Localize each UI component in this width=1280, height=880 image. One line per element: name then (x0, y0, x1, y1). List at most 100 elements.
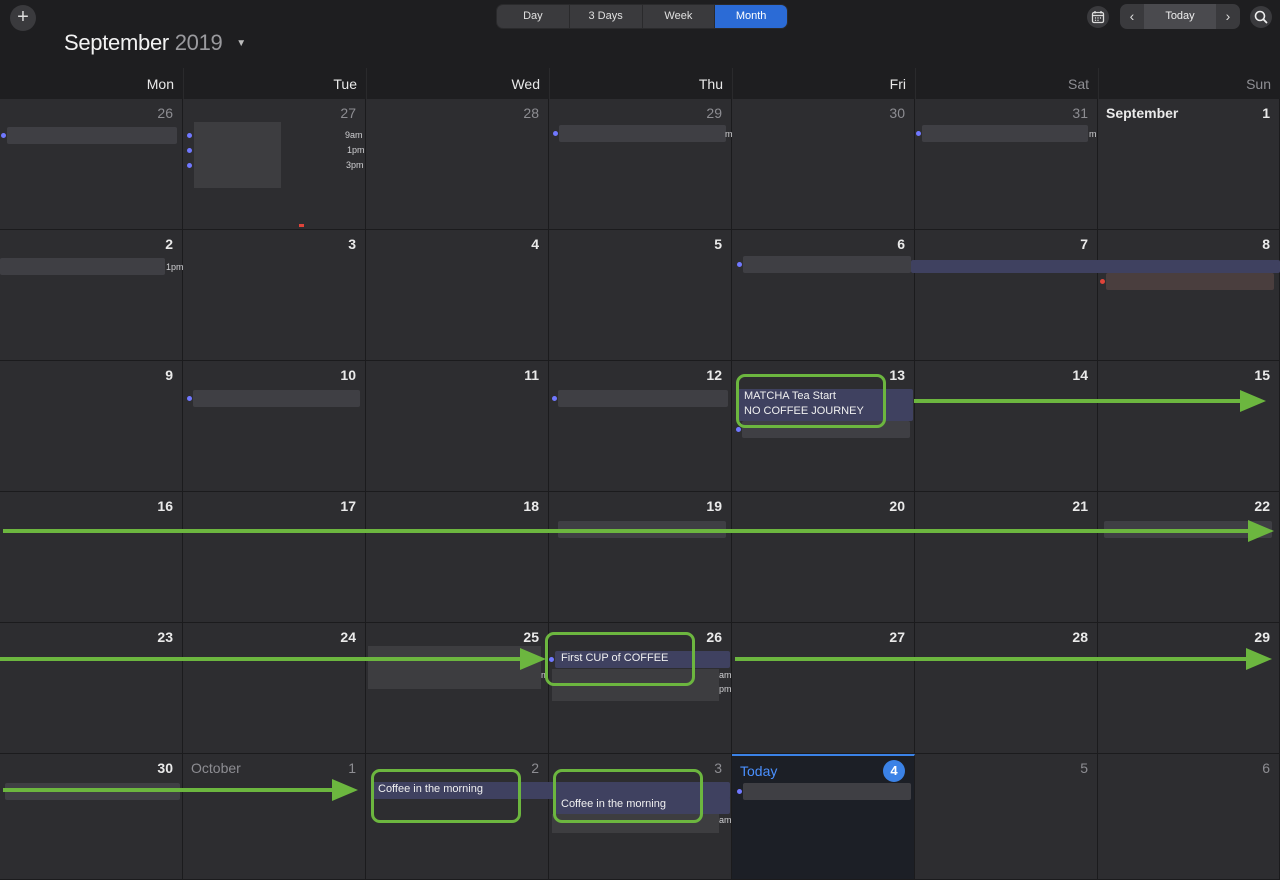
day-cell[interactable]: 14 (915, 361, 1098, 492)
event-redacted[interactable] (368, 646, 541, 689)
tab-day[interactable]: Day (497, 5, 570, 28)
day-number: 12 (706, 367, 722, 383)
overflow-indicator (299, 224, 304, 227)
event-redacted[interactable] (1104, 521, 1272, 538)
day-cell-today[interactable]: Today 4 (732, 754, 915, 880)
month-grid: 26 27 28 29 30 31 September 1 2 3 4 5 6 … (0, 99, 1280, 880)
event-dot (187, 148, 192, 153)
day-number: 10 (340, 367, 356, 383)
day-number: 17 (340, 498, 356, 514)
tab-month[interactable]: Month (715, 5, 787, 28)
day-number: 28 (1072, 629, 1088, 645)
tab-3-days[interactable]: 3 Days (570, 5, 643, 28)
day-cell[interactable]: 12 (549, 361, 732, 492)
annotation-box (736, 374, 886, 428)
month-label: September (1106, 105, 1179, 121)
day-cell[interactable]: 24 (183, 623, 366, 754)
weekday-thu: Thu (549, 68, 732, 99)
event-multiday-bar[interactable] (911, 260, 1280, 273)
day-cell[interactable]: 2 (0, 230, 183, 361)
day-number: 24 (340, 629, 356, 645)
day-cell[interactable]: 4 (366, 230, 549, 361)
day-cell[interactable]: 8 (1098, 230, 1280, 361)
chevron-left-icon[interactable]: ‹ (1120, 4, 1144, 29)
day-cell[interactable]: 15 (1098, 361, 1280, 492)
day-number: 3 (348, 236, 356, 252)
event-dot (187, 133, 192, 138)
day-cell[interactable]: 22 (1098, 492, 1280, 623)
event-time: pm (719, 684, 732, 694)
day-number: 5 (1080, 760, 1088, 776)
add-event-button[interactable]: + (10, 5, 36, 31)
day-cell[interactable]: 7 (915, 230, 1098, 361)
year-title: 2019 (174, 30, 223, 55)
day-cell[interactable]: 28 (366, 99, 549, 230)
event-redacted[interactable] (187, 390, 360, 407)
event-redacted[interactable] (552, 390, 728, 407)
day-cell[interactable]: 21 (915, 492, 1098, 623)
day-number: 21 (1072, 498, 1088, 514)
day-number: 2 (165, 236, 173, 252)
day-cell[interactable]: 30 (732, 99, 915, 230)
day-cell[interactable]: 31 (915, 99, 1098, 230)
event-redacted[interactable] (558, 521, 726, 538)
event-redacted[interactable] (5, 783, 180, 800)
day-cell[interactable]: 10 (183, 361, 366, 492)
chevron-down-icon[interactable]: ▼ (236, 38, 246, 49)
day-cell[interactable]: 27 (732, 623, 915, 754)
event-redacted[interactable] (194, 122, 281, 188)
day-cell[interactable]: 23 (0, 623, 183, 754)
day-cell[interactable]: 6 (732, 230, 915, 361)
chevron-right-icon[interactable]: › (1216, 4, 1240, 29)
today-button[interactable]: Today (1144, 4, 1216, 29)
day-number: 20 (889, 498, 905, 514)
calendar-icon[interactable] (1087, 6, 1109, 28)
day-number: 31 (1072, 105, 1088, 121)
weekday-sun: Sun (1098, 68, 1280, 99)
day-number: 1 (348, 760, 356, 776)
event-redacted[interactable] (916, 125, 1088, 142)
event-redacted[interactable] (1100, 273, 1274, 290)
day-cell[interactable]: 5 (549, 230, 732, 361)
day-cell[interactable]: 29 (1098, 623, 1280, 754)
day-number: 26 (706, 629, 722, 645)
day-cell[interactable]: October 1 (183, 754, 366, 880)
day-cell[interactable]: 18 (366, 492, 549, 623)
annotation-box (553, 769, 703, 823)
event-time: am (719, 815, 732, 825)
event-redacted[interactable] (1, 127, 177, 144)
day-cell[interactable]: 16 (0, 492, 183, 623)
day-cell[interactable]: 5 (915, 754, 1098, 880)
day-cell[interactable]: 3 (183, 230, 366, 361)
day-cell[interactable]: September 1 (1098, 99, 1280, 230)
day-cell[interactable]: 19 (549, 492, 732, 623)
day-cell[interactable]: 28 (915, 623, 1098, 754)
event-redacted[interactable] (553, 125, 726, 142)
view-switcher: Day 3 Days Week Month (496, 4, 788, 29)
day-number: 23 (157, 629, 173, 645)
day-number: 9 (165, 367, 173, 383)
day-number: 14 (1072, 367, 1088, 383)
day-cell[interactable]: 9 (0, 361, 183, 492)
day-cell[interactable]: 6 (1098, 754, 1280, 880)
weekday-fri: Fri (732, 68, 915, 99)
day-cell[interactable]: 17 (183, 492, 366, 623)
day-cell[interactable]: 29 (549, 99, 732, 230)
day-cell[interactable]: 26 (0, 99, 183, 230)
day-cell[interactable]: 11 (366, 361, 549, 492)
day-number: 25 (523, 629, 539, 645)
month-title: September (64, 30, 169, 55)
today-label: Today (740, 763, 778, 779)
day-cell[interactable]: 20 (732, 492, 915, 623)
date-navigation: ‹ Today › (1120, 4, 1240, 29)
event-redacted[interactable] (737, 783, 911, 800)
day-number: 26 (157, 105, 173, 121)
search-icon[interactable] (1250, 6, 1272, 28)
event-redacted[interactable] (0, 258, 165, 275)
day-cell[interactable]: 30 (0, 754, 183, 880)
today-badge: 4 (883, 760, 905, 782)
event-redacted[interactable] (737, 256, 911, 273)
annotation-box (545, 632, 695, 686)
page-title: September 2019 ▼ (64, 30, 246, 56)
tab-week[interactable]: Week (643, 5, 716, 28)
